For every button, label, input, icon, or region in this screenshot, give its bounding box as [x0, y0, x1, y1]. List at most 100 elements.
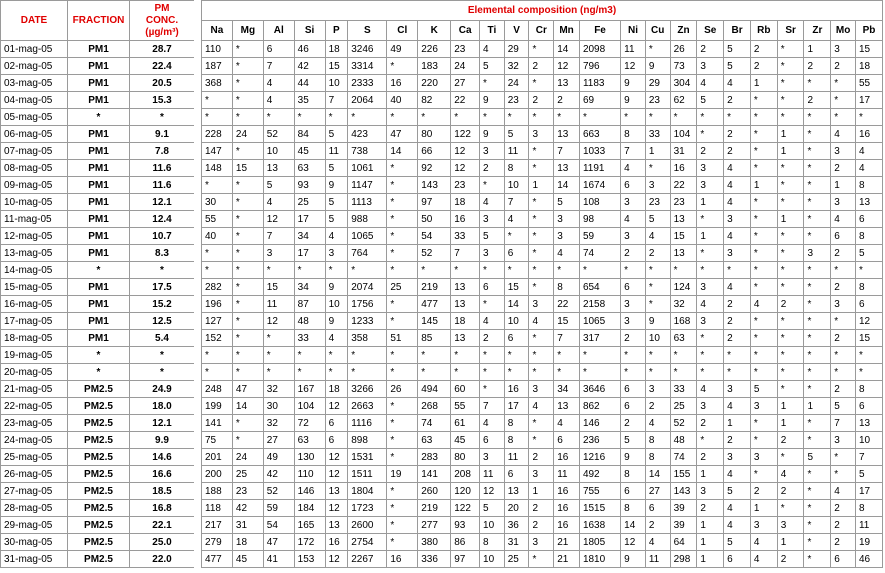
- value-cell-mg: *: [231, 176, 264, 194]
- value-cell-cu: 1: [644, 142, 671, 160]
- value-cell-p: 13: [324, 482, 349, 500]
- value-cell-ca: 16: [450, 210, 481, 228]
- value-cell-ni: 5: [620, 431, 646, 449]
- fraction-header: FRACTION: [67, 0, 130, 41]
- value-cell-sr: *: [776, 380, 805, 398]
- value-cell-sr: *: [776, 329, 805, 347]
- value-cell-zn: 48: [669, 431, 698, 449]
- value-cell-mn: 4: [553, 244, 580, 262]
- value-cell-zr: *: [803, 142, 832, 160]
- value-cell-si: 34: [293, 278, 326, 296]
- value-cell-pb: 15: [854, 40, 884, 58]
- value-cell-al: *: [262, 261, 295, 279]
- value-cell-zr: 1: [803, 397, 832, 415]
- value-cell-ti: 2: [479, 159, 505, 177]
- value-cell-sr: *: [776, 159, 805, 177]
- value-cell-br: 2: [723, 295, 751, 313]
- value-cell-p: *: [324, 363, 349, 381]
- value-cell-mg: *: [231, 278, 264, 296]
- value-cell-br: 2: [723, 142, 751, 160]
- value-cell-ni: *: [620, 346, 646, 364]
- date-cell: 09-mag-05: [0, 176, 68, 194]
- value-cell-na: 55: [201, 210, 233, 228]
- value-cell-mg: *: [231, 346, 264, 364]
- value-cell-ca: 97: [450, 550, 481, 568]
- date-cell: 19-mag-05: [0, 346, 68, 364]
- value-cell-p: 12: [324, 550, 349, 568]
- fraction-cell: PM2.5: [67, 482, 130, 500]
- value-cell-v: *: [503, 227, 530, 245]
- date-cell: 01-mag-05: [0, 40, 68, 58]
- value-cell-ti: 9: [479, 125, 505, 143]
- value-cell-ti: 9: [479, 91, 505, 109]
- value-cell-k: 277: [417, 516, 452, 534]
- value-cell-si: 87: [293, 295, 326, 313]
- value-cell-cr: 2: [528, 499, 555, 517]
- value-cell-se: 2: [696, 40, 725, 58]
- value-cell-v: 6: [503, 244, 530, 262]
- value-cell-si: 46: [293, 40, 326, 58]
- value-cell-ca: 120: [450, 482, 481, 500]
- value-cell-ca: 18: [450, 193, 481, 211]
- value-cell-v: *: [503, 261, 530, 279]
- value-cell-na: 368: [201, 74, 233, 92]
- value-cell-pb: 8: [854, 176, 884, 194]
- value-cell-cu: *: [644, 278, 671, 296]
- value-cell-al: 59: [262, 499, 295, 517]
- value-cell-s: 1756: [347, 295, 388, 313]
- value-cell-al: 4: [262, 74, 295, 92]
- value-cell-ni: 9: [620, 550, 646, 568]
- value-cell-ti: 5: [479, 57, 505, 75]
- table-row: 30 * 4 25 5 1113 * 97 18 4 7 * 5 108 3 23 23 1 4 * * * 3 13: [201, 193, 884, 211]
- value-cell-al: 32: [262, 380, 295, 398]
- date-cell: 03-mag-05: [0, 74, 68, 92]
- value-cell-zn: 16: [669, 159, 698, 177]
- value-cell-ni: 2: [620, 244, 646, 262]
- table-row: 21-mag-05 PM2.5 24.9: [0, 380, 195, 398]
- date-cell: 07-mag-05: [0, 142, 68, 160]
- value-cell-sr: *: [776, 448, 805, 466]
- pm-conc-cell: 12.1: [129, 193, 195, 211]
- value-cell-rb: *: [749, 91, 778, 109]
- value-cell-se: *: [696, 125, 725, 143]
- element-header-se: Se: [696, 20, 725, 41]
- pm-conc-cell: 22.4: [129, 57, 195, 75]
- value-cell-p: 6: [324, 431, 349, 449]
- value-cell-ca: 7: [450, 244, 481, 262]
- table-row: 31-mag-05 PM2.5 22.0: [0, 550, 195, 568]
- value-cell-zn: 39: [669, 516, 698, 534]
- value-cell-mg: 24: [231, 125, 264, 143]
- value-cell-mg: *: [231, 91, 264, 109]
- value-cell-na: 30: [201, 193, 233, 211]
- value-cell-fe: 663: [578, 125, 622, 143]
- value-cell-mo: 3: [830, 431, 856, 449]
- table-row: 118 42 59 184 12 1723 * 219 122 5 20 2 16 1515 8 6 39 2 4 1…: [201, 499, 884, 517]
- value-cell-cr: 4: [528, 397, 555, 415]
- value-cell-na: 40: [201, 227, 233, 245]
- pm-conc-cell: 11.6: [129, 176, 195, 194]
- value-cell-s: 2600: [347, 516, 388, 534]
- value-cell-al: *: [262, 329, 295, 347]
- value-cell-na: 279: [201, 533, 233, 551]
- value-cell-se: 3: [696, 482, 725, 500]
- value-cell-cl: 16: [386, 550, 419, 568]
- sample-info-table: DATE FRACTION PM CONC. (µg/m³) 01-mag-05…: [0, 0, 195, 568]
- value-cell-mn: 22: [553, 295, 580, 313]
- value-cell-v: 23: [503, 91, 530, 109]
- date-cell: 12-mag-05: [0, 227, 68, 245]
- value-cell-cr: *: [528, 244, 555, 262]
- table-row: 187 * 7 42 15 3314 * 183 24 5 32 2 12 796 12 9 73 3 5 2 * 2 2 1…: [201, 57, 884, 75]
- value-cell-na: 477: [201, 550, 233, 568]
- value-cell-sr: 1: [776, 142, 805, 160]
- value-cell-v: 13: [503, 482, 530, 500]
- value-cell-zr: *: [803, 74, 832, 92]
- value-cell-al: 13: [262, 159, 295, 177]
- value-cell-zn: *: [669, 108, 698, 126]
- value-cell-cr: *: [528, 40, 555, 58]
- date-cell: 05-mag-05: [0, 108, 68, 126]
- value-cell-mo: *: [830, 74, 856, 92]
- value-cell-cr: 2: [528, 91, 555, 109]
- value-cell-br: *: [723, 108, 751, 126]
- value-cell-zn: 64: [669, 533, 698, 551]
- value-cell-s: 3266: [347, 380, 388, 398]
